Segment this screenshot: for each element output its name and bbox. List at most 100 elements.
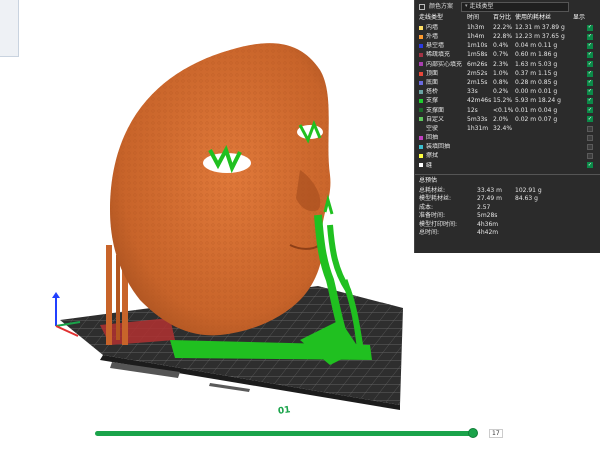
visibility-checkbox[interactable]: ✓ (587, 116, 593, 123)
scheme-select[interactable]: ▾ 走线类型 (461, 1, 570, 12)
color-swatch (419, 62, 423, 67)
legend-time: 33s (467, 88, 478, 96)
legend-row: 支撑 42m46s 15.2% 5.93 m 18.24 g ✓ (415, 97, 600, 106)
summary-row: 总时间: 4h42m (415, 229, 600, 238)
legend-label: 内部实心填充 (426, 60, 463, 68)
legend-time: 6m26s (467, 60, 488, 68)
legend-percent: 22.2% (493, 23, 513, 31)
summary-label: 模型耗材丝: (419, 195, 452, 202)
summary-label: 成本: (419, 203, 434, 211)
summary-rows: 总耗材丝: 33.43 m 102.91 g 模型耗材丝: 27.49 m 84.63 g… (415, 186, 600, 237)
header-percent: 百分比 (493, 14, 512, 22)
legend-label: 空驶 (426, 124, 439, 132)
color-swatch (419, 117, 423, 122)
filament-length: 0.02 m (515, 115, 537, 123)
legend-filament: 0.02 m 0.07 g (515, 116, 573, 124)
legend-rows: 内墙 1h3m 22.2% 12.31 m 37.89 g ✓ 外墙 1h4m 22.8% 12… (415, 23, 600, 170)
chevron-down-icon: ▾ (465, 2, 468, 9)
header-time: 时间 (467, 14, 480, 22)
legend-filament: 0.37 m 1.15 g (515, 70, 573, 78)
legend-label: 支撑 (426, 97, 439, 105)
collapse-icon[interactable] (419, 3, 425, 10)
layer-slider-handle[interactable] (468, 428, 478, 438)
legend-label: 内墙 (426, 23, 439, 31)
legend-filament: 0.28 m 0.85 g (515, 79, 573, 87)
legend-row: 缝 ✓ (415, 161, 600, 170)
legend-percent: 0.4% (493, 42, 509, 50)
legend-row: 外墙 1h4m 22.8% 12.23 m 37.65 g ✓ (415, 32, 600, 41)
visibility-checkbox[interactable]: ✓ (587, 79, 593, 86)
summary-label: 总时间: (419, 229, 440, 236)
legend-percent: 0.2% (493, 88, 509, 96)
plate-number: 01 (277, 405, 292, 417)
legend-percent: <0.1% (493, 106, 514, 114)
legend-row: 悬空墙 1m10s 0.4% 0.04 m 0.11 g ✓ (415, 41, 600, 50)
filament-length: 0.37 m (515, 69, 537, 77)
legend-row: 内墙 1h3m 22.2% 12.31 m 37.89 g ✓ (415, 23, 600, 32)
legend-name: 缝 (419, 162, 467, 170)
legend-name: 顶面 (419, 70, 467, 78)
summary-row: 模型耗材丝: 27.49 m 84.63 g (415, 195, 600, 204)
legend-label: 搭桥 (426, 88, 439, 96)
header-filament: 使用的耗材丝 (515, 14, 552, 22)
color-swatch (419, 145, 423, 150)
color-swatch (419, 25, 423, 30)
legend-label: 缝 (426, 161, 433, 169)
filament-length: 0.00 m (515, 88, 537, 96)
legend-percent: 2.3% (493, 60, 509, 68)
legend-row: 自定义 5m33s 2.0% 0.02 m 0.07 g ✓ (415, 115, 600, 124)
layer-slider-value: 17 (489, 429, 503, 438)
legend-time: 2m52s (467, 69, 488, 77)
legend-name: 外墙 (419, 33, 467, 41)
visibility-checkbox[interactable]: ✓ (587, 24, 593, 31)
filament-weight: 37.65 g (541, 33, 565, 41)
visibility-checkbox[interactable]: ✓ (587, 70, 593, 77)
legend-label: 顶面 (426, 69, 439, 77)
filament-weight: 5.03 g (538, 60, 558, 68)
summary-value-a: 5m28s (477, 212, 498, 219)
legend-row: 底面 2m15s 0.8% 0.28 m 0.85 g ✓ (415, 78, 600, 87)
visibility-checkbox[interactable]: ✓ (587, 162, 593, 169)
color-swatch (419, 43, 423, 48)
summary-row: 模型打印时间: 4h36m (415, 220, 600, 229)
visibility-checkbox[interactable]: ✓ (587, 107, 593, 114)
filament-weight: 0.01 g (538, 88, 558, 96)
legend-label: 回抽 (426, 134, 439, 142)
legend-time: 1m10s (467, 42, 488, 50)
legend-percent: 22.8% (493, 33, 513, 41)
legend-row: 内部实心填充 6m26s 2.3% 1.63 m 5.03 g ✓ (415, 60, 600, 69)
legend-time: 1m58s (467, 51, 488, 59)
legend-name: 底面 (419, 79, 467, 87)
legend-name: 悬空墙 (419, 42, 467, 50)
summary-label: 总耗材丝: (419, 186, 446, 194)
legend-label: 外墙 (426, 33, 439, 41)
legend-time: 5m33s (467, 115, 488, 123)
legend-name: 回抽 (419, 134, 467, 142)
filament-length: 0.28 m (515, 78, 537, 86)
visibility-checkbox[interactable]: ✓ (587, 61, 593, 68)
visibility-checkbox[interactable]: ✓ (587, 42, 593, 49)
visibility-checkbox[interactable]: ✓ (587, 88, 593, 95)
filament-length: 0.04 m (515, 42, 537, 50)
left-dock-panel[interactable] (0, 0, 19, 57)
filament-weight: 0.07 g (538, 115, 558, 123)
legend-percent: 1.0% (493, 69, 509, 77)
legend-percent: 32.4% (493, 124, 513, 132)
filament-length: 1.63 m (515, 60, 537, 68)
visibility-checkbox[interactable] (587, 125, 593, 132)
visibility-checkbox[interactable]: ✓ (587, 97, 593, 105)
visibility-checkbox[interactable]: ✓ (587, 33, 593, 40)
visibility-checkbox[interactable] (587, 153, 593, 160)
legend-name: 内墙 (419, 24, 467, 32)
visibility-checkbox[interactable] (587, 144, 593, 151)
legend-filament: 12.23 m 37.65 g (515, 33, 573, 41)
legend-filament: 12.31 m 37.89 g (515, 24, 573, 32)
visibility-checkbox[interactable]: ✓ (587, 51, 593, 59)
scheme-label: 颜色方案 (429, 2, 454, 10)
color-swatch (419, 80, 423, 85)
legend-label: 支撑面 (426, 106, 445, 114)
legend-row: 搭桥 33s 0.2% 0.00 m 0.01 g ✓ (415, 87, 600, 96)
visibility-checkbox[interactable] (587, 134, 593, 141)
layer-slider-track[interactable] (95, 431, 472, 436)
legend-filament: 1.63 m 5.03 g (515, 61, 573, 69)
